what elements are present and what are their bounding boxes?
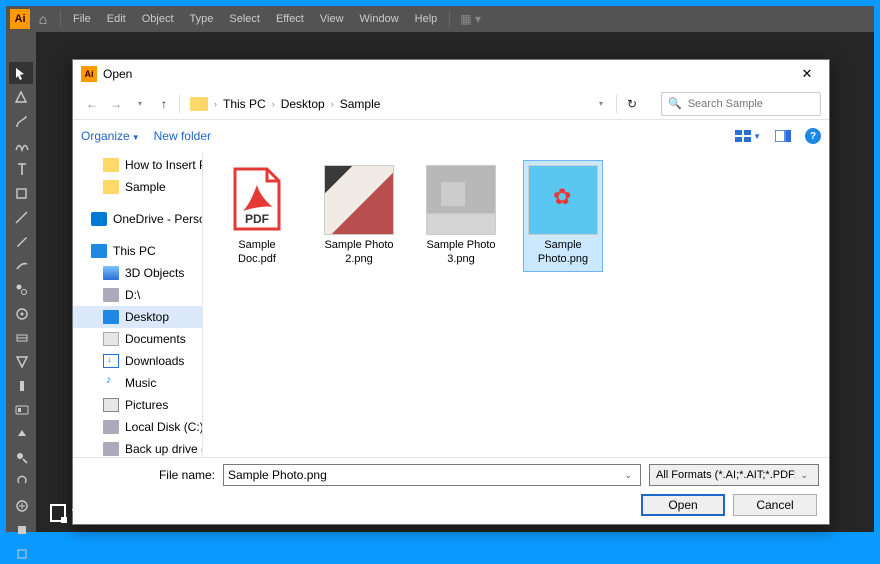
tool-15[interactable] (9, 422, 33, 444)
tool-7[interactable] (9, 230, 33, 252)
search-input[interactable]: 🔍 (661, 92, 821, 116)
tool-0[interactable] (9, 62, 33, 84)
tree-item[interactable]: 3D Objects (73, 262, 202, 284)
tree-item[interactable]: Documents (73, 328, 202, 350)
tree-item[interactable]: OneDrive - Person (73, 208, 202, 230)
nav-forward-icon: → (105, 93, 127, 115)
file-item[interactable]: Sample Photo 2.png (319, 160, 399, 272)
tool-5[interactable] (9, 182, 33, 204)
tree-item[interactable]: Downloads (73, 350, 202, 372)
svg-text:PDF: PDF (245, 212, 269, 226)
filetype-dropdown-icon[interactable]: ⌄ (796, 470, 812, 481)
illustrator-logo: Ai (10, 9, 30, 29)
tool-14[interactable] (9, 398, 33, 420)
watermark: TEMPLATE.NET (50, 504, 177, 522)
tree-item[interactable]: Desktop (73, 306, 202, 328)
tool-17[interactable] (9, 470, 33, 492)
tool-10[interactable] (9, 302, 33, 324)
dialog-title: Open (103, 67, 793, 81)
nav-recent-icon[interactable]: ▾ (129, 93, 151, 115)
organize-menu[interactable]: Organize▼ (81, 129, 140, 143)
folder-tree: How to Insert PNSample OneDrive - Person T… (73, 152, 203, 457)
tool-11[interactable] (9, 326, 33, 348)
tool-4[interactable] (9, 158, 33, 180)
menu-file[interactable]: File (65, 13, 99, 25)
preview-pane-icon[interactable] (775, 130, 791, 142)
folder-icon (190, 97, 208, 111)
refresh-icon[interactable]: ↻ (621, 93, 643, 115)
tool-9[interactable] (9, 278, 33, 300)
menu-effect[interactable]: Effect (268, 13, 312, 25)
tree-item[interactable]: This PC (73, 240, 202, 262)
open-dialog: Ai Open ✕ ← → ▾ ↑ › This PC › Desktop (72, 59, 830, 525)
help-icon[interactable]: ? (805, 128, 821, 144)
menu-edit[interactable]: Edit (99, 13, 134, 25)
menubar: Ai ⌂ FileEditObjectTypeSelectEffectViewW… (6, 6, 874, 32)
tree-item[interactable]: How to Insert PN (73, 154, 202, 176)
breadcrumb[interactable]: › This PC › Desktop › Sample (214, 97, 588, 111)
template-icon (50, 504, 66, 522)
menu-type[interactable]: Type (182, 13, 222, 25)
view-mode-icon[interactable]: ▼ (735, 130, 761, 142)
breadcrumb-dropdown-icon[interactable]: ▾ (590, 93, 612, 115)
tool-18[interactable] (9, 494, 33, 516)
tool-2[interactable] (9, 110, 33, 132)
tool-19[interactable] (9, 518, 33, 540)
tool-16[interactable] (9, 446, 33, 468)
file-item[interactable]: PDFSample Doc.pdf (217, 160, 297, 272)
file-grid: PDFSample Doc.pdf Sample Photo 2.png Sampl… (203, 152, 829, 457)
home-icon[interactable]: ⌂ (30, 11, 56, 27)
close-icon[interactable]: ✕ (793, 66, 821, 82)
menu-view[interactable]: View (312, 13, 352, 25)
menu-help[interactable]: Help (407, 13, 446, 25)
tool-3[interactable] (9, 134, 33, 156)
tool-6[interactable] (9, 206, 33, 228)
tool-13[interactable] (9, 374, 33, 396)
search-icon: 🔍 (668, 97, 682, 110)
new-folder-button[interactable]: New folder (154, 129, 211, 143)
tree-item[interactable]: D:\ (73, 284, 202, 306)
tool-1[interactable] (9, 86, 33, 108)
file-item[interactable]: Sample Photo 3.png (421, 160, 501, 272)
tool-12[interactable] (9, 350, 33, 372)
filetype-filter[interactable]: All Formats (*.AI;*.AIT;*.PDF;*.D ⌄ (649, 464, 819, 486)
tree-item[interactable]: Local Disk (C:) (73, 416, 202, 438)
filename-label: File name: (155, 468, 215, 482)
filename-dropdown-icon[interactable]: ⌄ (620, 470, 636, 481)
menu-object[interactable]: Object (134, 13, 182, 25)
tree-item[interactable]: Music (73, 372, 202, 394)
open-button[interactable]: Open (641, 494, 725, 516)
tree-item[interactable]: Sample (73, 176, 202, 198)
cancel-button[interactable]: Cancel (733, 494, 817, 516)
layout-icon[interactable]: ▦ ▾ (460, 12, 481, 26)
nav-up-icon[interactable]: ↑ (153, 93, 175, 115)
tree-item[interactable]: Back up drive (D (73, 438, 202, 457)
filename-input[interactable]: ⌄ (223, 464, 641, 486)
illustrator-icon: Ai (81, 66, 97, 82)
tool-8[interactable] (9, 254, 33, 276)
nav-back-icon[interactable]: ← (81, 93, 103, 115)
tree-item[interactable]: Pictures (73, 394, 202, 416)
file-item[interactable]: Sample Photo.png (523, 160, 603, 272)
menu-select[interactable]: Select (221, 13, 268, 25)
canvas: Ai Open ✕ ← → ▾ ↑ › This PC › Desktop (36, 32, 874, 532)
menu-window[interactable]: Window (352, 13, 407, 25)
tool-20[interactable] (9, 542, 33, 564)
toolbar (6, 32, 36, 532)
